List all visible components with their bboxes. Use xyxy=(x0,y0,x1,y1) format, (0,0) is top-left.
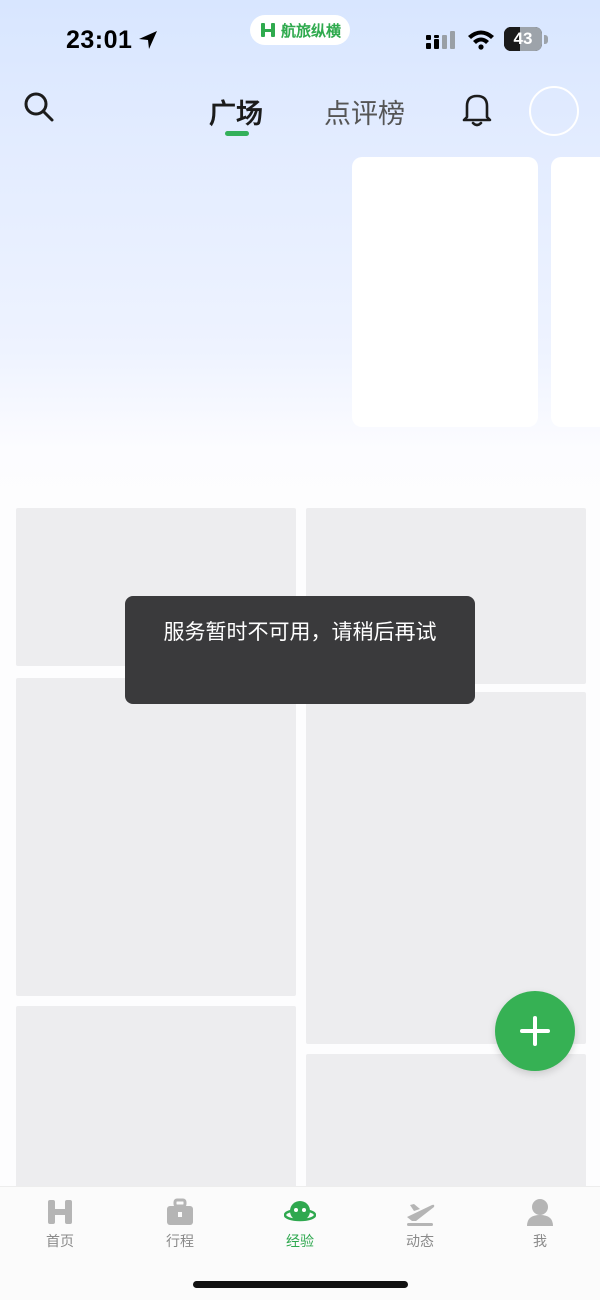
tab-review-ranking[interactable]: 点评榜 xyxy=(324,92,405,131)
brand-logo-icon xyxy=(260,23,275,37)
plus-icon xyxy=(520,1016,550,1046)
wifi-icon xyxy=(468,30,494,50)
create-post-button[interactable] xyxy=(495,991,575,1071)
battery-indicator: 43 xyxy=(504,27,542,51)
status-time: 23:01 xyxy=(66,26,133,54)
battery-level-text: 43 xyxy=(513,29,533,48)
app-screen: 23:01 航旅纵横 43 广场 点评榜 服务暂时不可用，请稍后再试 首页 行程… xyxy=(0,0,600,1300)
cellular-signal-icon xyxy=(426,31,455,49)
tabbar-item-me[interactable]: 我 xyxy=(495,1197,585,1257)
tabbar-label: 首页 xyxy=(46,1234,74,1250)
home-logo-icon xyxy=(48,1200,72,1224)
briefcase-icon xyxy=(167,1198,193,1225)
feed-card-placeholder[interactable] xyxy=(16,1006,296,1196)
airplane-icon xyxy=(407,1204,435,1226)
tab-plaza[interactable]: 广场 xyxy=(209,92,263,131)
active-tab-underline xyxy=(225,131,249,136)
banner-card[interactable] xyxy=(352,157,538,427)
tabbar-item-feed[interactable]: 动态 xyxy=(375,1197,465,1257)
avatar[interactable] xyxy=(529,86,579,136)
tabbar-label: 经验 xyxy=(286,1234,314,1250)
banner-card[interactable] xyxy=(551,157,600,427)
tabbar-label: 动态 xyxy=(406,1234,434,1250)
feed-card-placeholder[interactable] xyxy=(16,678,296,996)
tabbar-item-home[interactable]: 首页 xyxy=(15,1197,105,1257)
bell-icon[interactable] xyxy=(459,90,495,128)
home-indicator[interactable] xyxy=(193,1281,408,1288)
location-arrow-icon xyxy=(139,31,157,49)
battery-cap xyxy=(544,35,548,44)
feed-card-placeholder[interactable] xyxy=(306,1054,586,1196)
tabbar-label: 行程 xyxy=(166,1234,194,1250)
error-toast: 服务暂时不可用，请稍后再试 xyxy=(125,596,475,704)
search-icon[interactable] xyxy=(22,90,56,124)
tabbar-label: 我 xyxy=(533,1234,547,1250)
brand-pill[interactable]: 航旅纵横 xyxy=(250,15,350,45)
tabbar-item-experience[interactable]: 经验 xyxy=(255,1197,345,1257)
person-icon xyxy=(527,1199,553,1226)
brand-name: 航旅纵横 xyxy=(280,21,341,40)
planet-mascot-icon xyxy=(284,1201,316,1222)
tabbar-item-trips[interactable]: 行程 xyxy=(135,1197,225,1257)
